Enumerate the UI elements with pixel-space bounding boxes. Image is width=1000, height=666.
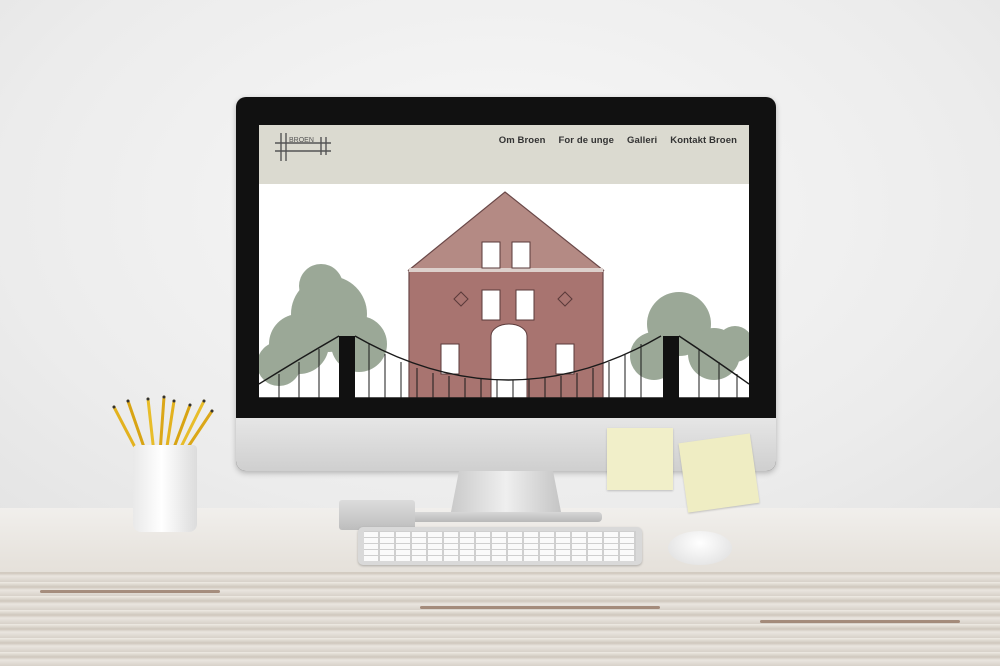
desk-front-edge [0, 572, 1000, 666]
small-device-box [339, 500, 415, 530]
hero-image [259, 184, 749, 398]
nav-item-galleri[interactable]: Galleri [627, 135, 657, 146]
bridge-pillar-right [663, 336, 679, 398]
main-nav: Om Broen For de unge Galleri Kontakt Bro… [499, 135, 737, 146]
nav-item-for-de-unge[interactable]: For de unge [559, 135, 614, 146]
mouse [668, 531, 732, 565]
logo-text: BROEN [289, 137, 314, 144]
desk-wear-mark [420, 606, 660, 609]
site-header: BROEN Om Broen For de unge Galleri Konta… [259, 125, 749, 184]
pencil-cup [133, 445, 197, 532]
sticky-note [678, 433, 760, 513]
nav-item-om-broen[interactable]: Om Broen [499, 135, 546, 146]
monitor-stand-base [410, 512, 602, 522]
desk-wear-mark [40, 590, 220, 593]
monitor-screen: BROEN Om Broen For de unge Galleri Konta… [259, 125, 749, 398]
sticky-note [607, 428, 673, 490]
bridge-logo-icon[interactable]: BROEN [273, 131, 333, 163]
bridge-pillar-left [339, 336, 355, 398]
desk-wear-mark [760, 620, 960, 623]
monitor-stand [450, 471, 562, 517]
nav-item-kontakt-broen[interactable]: Kontakt Broen [670, 135, 737, 146]
keyboard [358, 527, 642, 565]
